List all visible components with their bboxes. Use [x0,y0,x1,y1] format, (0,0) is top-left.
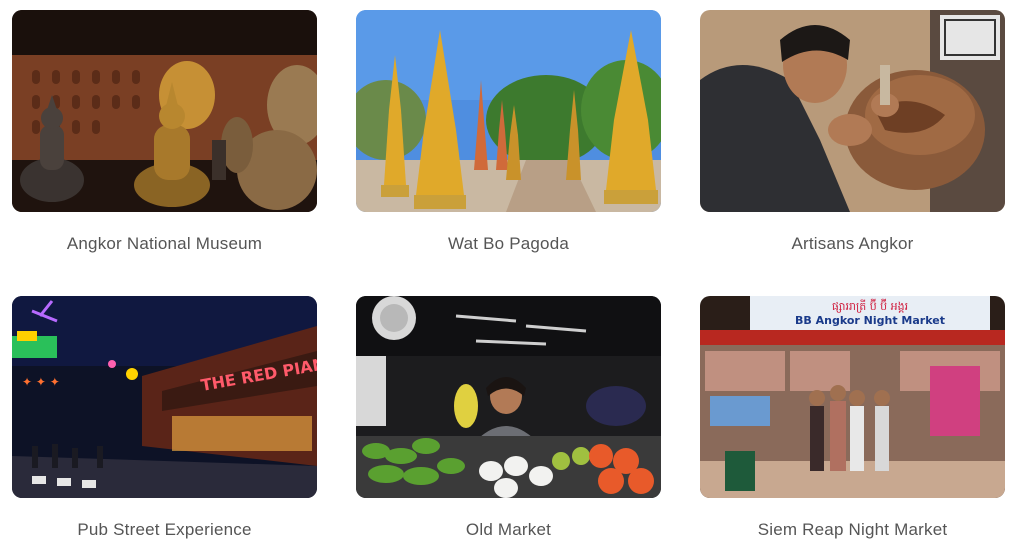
market-sign: BB Angkor Night Market [795,314,945,327]
attractions-grid: Angkor National Museum Wat Bo Pagoda Art… [0,0,1024,547]
pub-street-photo[interactable]: THE RED PIANO ✦ ✦ ✦ [12,296,317,498]
attraction-name[interactable]: Wat Bo Pagoda [356,234,661,254]
attraction-card-pub-street[interactable]: THE RED PIANO ✦ ✦ ✦ Pub Street Experienc… [12,296,317,540]
attraction-card-wat-bo-pagoda[interactable]: Wat Bo Pagoda [356,10,661,254]
attraction-name[interactable]: Old Market [356,520,661,540]
attraction-name[interactable]: Siem Reap Night Market [700,520,1005,540]
svg-text:✦ ✦ ✦: ✦ ✦ ✦ [22,375,60,389]
attraction-card-artisans-angkor[interactable]: Artisans Angkor [700,10,1005,254]
museum-photo[interactable] [12,10,317,212]
attraction-name[interactable]: Pub Street Experience [12,520,317,540]
attraction-card-angkor-national-museum[interactable]: Angkor National Museum [12,10,317,254]
old-market-photo[interactable] [356,296,661,498]
khmer-sign: ផ្សាររាត្រី ប៊ី ប៊ី អង្គរ [832,298,908,313]
night-market-photo[interactable]: ផ្សាររាត្រី ប៊ី ប៊ី អង្គរ BB Angkor Nigh… [700,296,1005,498]
artisan-photo[interactable] [700,10,1005,212]
pagoda-photo[interactable] [356,10,661,212]
attraction-card-old-market[interactable]: Old Market [356,296,661,540]
attraction-card-siem-reap-night-market[interactable]: ផ្សាររាត្រី ប៊ី ប៊ី អង្គរ BB Angkor Nigh… [700,296,1005,540]
attraction-name[interactable]: Artisans Angkor [700,234,1005,254]
attraction-name[interactable]: Angkor National Museum [12,234,317,254]
